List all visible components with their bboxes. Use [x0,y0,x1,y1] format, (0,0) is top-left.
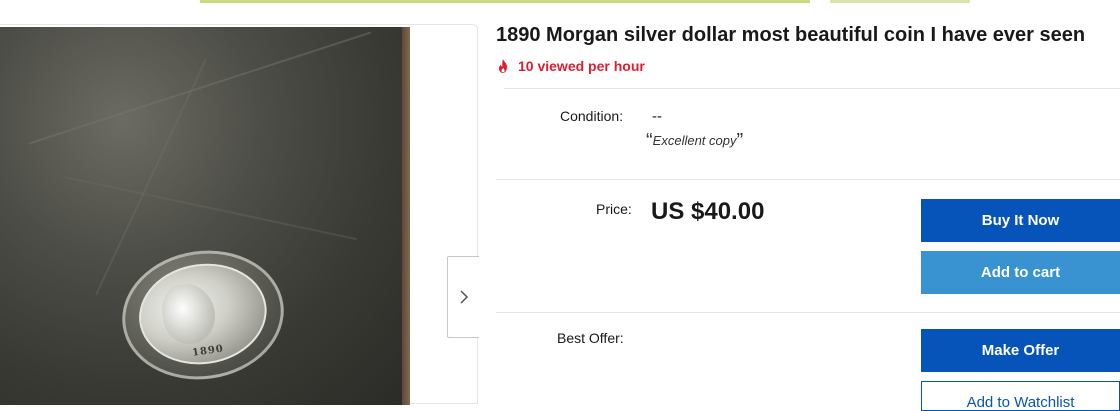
gallery-next-button[interactable] [447,256,479,338]
condition-label: Condition: [560,108,624,124]
condition-value: -- [652,108,662,125]
price-value: US $40.00 [651,198,765,225]
close-quote: ” [736,130,744,152]
add-to-cart-button[interactable]: Add to cart [921,251,1120,294]
divider [504,88,1120,89]
views-text: 10 viewed per hour [518,58,645,74]
leather-texture [28,31,372,145]
divider [496,312,1120,313]
best-offer-label: Best Offer: [557,330,624,346]
banner-segment [830,0,970,3]
condition-note: “Excellent copy” [646,130,743,153]
coin-image: 1890 [132,255,274,373]
banner-segment [200,0,810,3]
image-gallery: 1890 [0,24,478,405]
flame-icon [499,59,507,73]
price-label: Price: [596,201,632,217]
coin-liberty-head [158,280,219,348]
views-indicator: 10 viewed per hour [496,58,645,74]
leather-texture [63,175,357,241]
top-banner-strip [0,0,1120,3]
item-title: 1890 Morgan silver dollar most beautiful… [496,24,1086,46]
coin-date: 1890 [191,343,225,359]
add-to-watchlist-button[interactable]: Add to Watchlist [921,381,1120,411]
coin-capsule: 1890 [113,240,293,390]
photo-edge [402,27,410,405]
condition-note-text: Excellent copy [652,133,737,148]
buy-it-now-button[interactable]: Buy It Now [921,199,1120,242]
make-offer-button[interactable]: Make Offer [921,329,1120,372]
item-photo[interactable]: 1890 [0,27,410,405]
open-quote: “ [646,130,653,152]
chevron-right-icon [459,290,468,304]
divider [496,179,1120,180]
